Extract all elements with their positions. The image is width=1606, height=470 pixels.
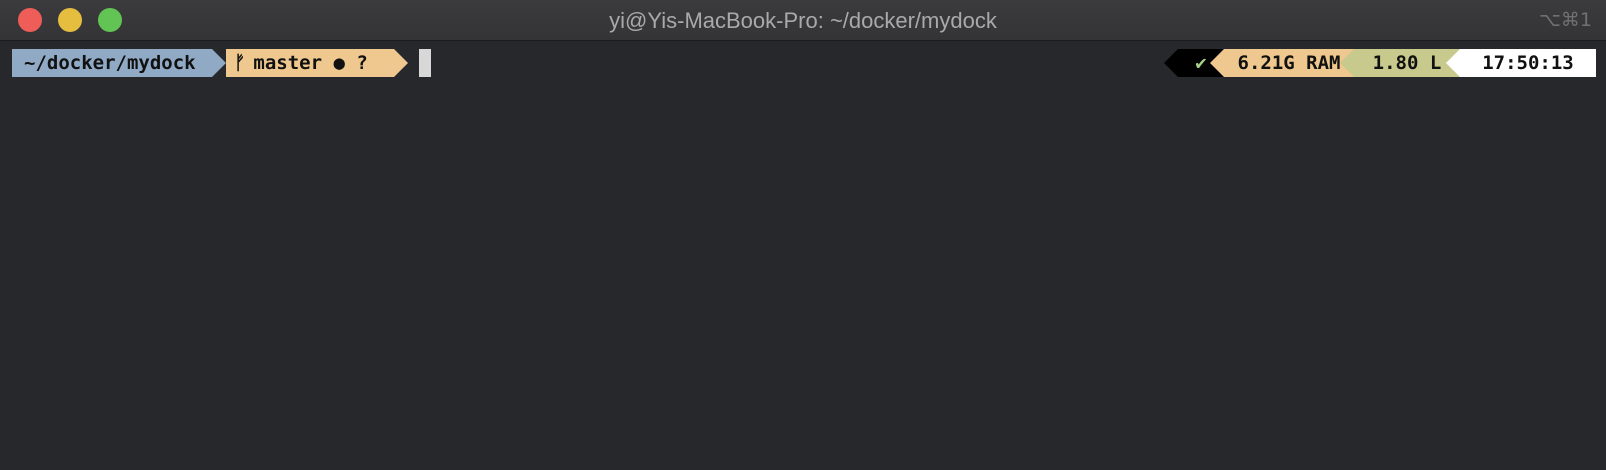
git-branch-icon: ᚠ: [234, 52, 246, 74]
window-shortcut: ⌥⌘1: [1539, 9, 1592, 31]
git-segment: ᚠ master ● ?: [226, 49, 394, 77]
time-separator: [1446, 49, 1460, 77]
title-bar[interactable]: yi@Yis-MacBook-Pro: ~/docker/mydock ⌥⌘1: [0, 0, 1606, 41]
prompt-line[interactable]: ~/docker/mydock ᚠ master ● ? ✔ 6.21G RAM …: [0, 49, 1606, 77]
git-status-text: master ● ?: [253, 52, 368, 74]
path-segment: ~/docker/mydock: [12, 49, 212, 77]
ram-separator: [1210, 49, 1224, 77]
load-separator: [1340, 49, 1354, 77]
status-separator: [1164, 49, 1178, 77]
time-segment: 17:50:13: [1460, 49, 1596, 77]
path-separator: [212, 49, 226, 77]
text-cursor[interactable]: [419, 49, 431, 77]
terminal-window: yi@Yis-MacBook-Pro: ~/docker/mydock ⌥⌘1 …: [0, 0, 1606, 470]
window-title: yi@Yis-MacBook-Pro: ~/docker/mydock: [609, 8, 997, 33]
ram-segment: 6.21G RAM: [1224, 49, 1354, 77]
load-segment: 1.80 L: [1354, 49, 1460, 77]
git-separator: [394, 49, 408, 77]
